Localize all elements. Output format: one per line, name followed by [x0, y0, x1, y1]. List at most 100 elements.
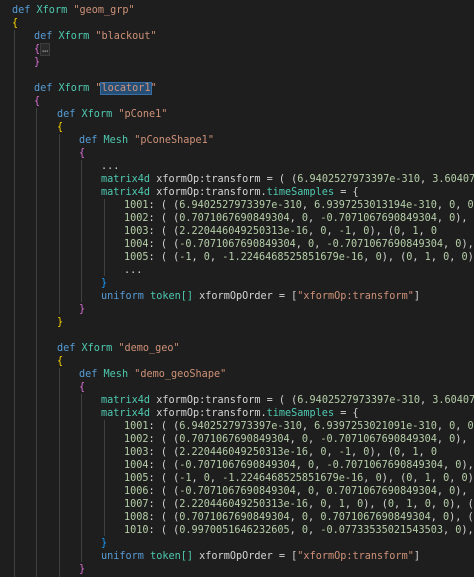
code-token: ), ( — [455, 213, 474, 224]
code-line[interactable]: } — [57, 316, 63, 329]
code-line[interactable]: def Xform "locator1" — [34, 82, 157, 95]
code-token: 6.9402527973397e-310 — [179, 200, 302, 211]
code-token: , — [301, 421, 315, 432]
code-token: 0.9970051646232605 — [179, 525, 290, 536]
code-token: Xform — [75, 109, 119, 120]
code-line[interactable]: matrix4d xformOp:transform = ( (6.940252… — [101, 394, 474, 407]
code-line[interactable]: { — [57, 355, 63, 368]
code-token: { — [57, 122, 64, 133]
code-token: def — [79, 369, 98, 380]
code-token: } — [57, 317, 64, 328]
code-token: ), ( — [455, 434, 474, 445]
code-token: , — [295, 486, 309, 497]
code-token: 2.220446049250313e-16 — [179, 447, 309, 458]
code-line[interactable]: 1003: ( (2.220446049250313e-16, 0, -1, 0… — [124, 225, 437, 238]
code-line[interactable]: } — [34, 56, 40, 69]
code-line[interactable]: def Mesh "demo_geoShape" — [79, 368, 226, 381]
code-token: , — [400, 226, 413, 237]
code-token: 1003 — [124, 226, 149, 237]
code-token: , — [289, 512, 302, 523]
code-token: 1010 — [124, 525, 149, 536]
code-line[interactable]: 1003: ( (2.220446049250313e-16, 0, -1, 0… — [124, 446, 437, 459]
code-line[interactable]: def Xform "blackout" — [34, 30, 157, 43]
code-line[interactable]: 1004: ( (-0.7071067690849304, 0, -0.7071… — [124, 238, 474, 251]
code-line[interactable]: } — [79, 303, 85, 316]
code-token: Xform — [52, 31, 96, 42]
code-token: = { — [334, 408, 359, 419]
code-token: : ( ( — [148, 213, 180, 224]
code-token: " — [150, 83, 157, 94]
folded-region-icon[interactable]: … — [40, 43, 51, 56]
code-token: 1005 — [124, 252, 149, 263]
code-token: 0.7071067690849304 — [179, 213, 290, 224]
code-line[interactable]: { — [12, 17, 18, 30]
code-line[interactable]: { — [34, 95, 40, 108]
code-token: , — [430, 473, 444, 484]
code-line[interactable]: 1001: ( (6.9402527973397e-310, 6.9397253… — [124, 420, 474, 433]
code-token: matrix4d — [101, 187, 157, 198]
code-line[interactable]: } — [79, 563, 85, 576]
code-token: , — [308, 447, 321, 458]
code-line[interactable]: 1010: ( (0.9970051646232605, 0, -0.07733… — [124, 524, 474, 537]
code-token: 1007 — [124, 499, 149, 510]
code-line[interactable]: 1002: ( (0.7071067690849304, 0, -0.70710… — [124, 433, 474, 446]
code-token: 1003 — [124, 447, 149, 458]
indent-guide — [81, 394, 82, 562]
code-token: uniform — [101, 291, 151, 302]
code-line[interactable]: def Mesh "pConeShape1" — [79, 134, 214, 147]
code-token: : ( ( — [148, 473, 180, 484]
code-line[interactable]: matrix4d xformOp:transform.timeSamples =… — [101, 407, 359, 420]
code-line[interactable]: 1001: ( (6.9402527973397e-310, 6.9397253… — [124, 199, 474, 212]
code-line[interactable]: matrix4d xformOp:transform = ( (6.940252… — [101, 173, 474, 186]
code-token: , — [295, 239, 309, 250]
code-line[interactable]: ... — [124, 264, 142, 277]
code-line[interactable]: def Xform "pCone1" — [57, 108, 167, 121]
code-token: 1002 — [124, 213, 149, 224]
code-line[interactable]: {… — [34, 43, 51, 56]
code-line[interactable]: { — [57, 121, 63, 134]
code-token: ), ( — [363, 499, 388, 510]
code-editor[interactable]: def Xform "geom_grp"{def Xform "blackout… — [0, 0, 474, 577]
code-token: { — [79, 382, 86, 393]
code-line[interactable]: 1006: ( (-0.7071067690849304, 0, 0.70710… — [124, 485, 474, 498]
code-token: , — [308, 213, 321, 224]
code-token: -0.7071067690849304 — [179, 239, 296, 250]
code-token: , — [412, 252, 425, 263]
code-token: ] — [413, 291, 420, 302]
code-token: } — [79, 304, 86, 315]
code-line[interactable]: def Xform "demo_geo" — [57, 342, 180, 355]
code-line[interactable]: uniform token[] xformOpOrder = ["xformOp… — [101, 550, 420, 563]
code-token: , — [436, 486, 450, 497]
code-token: , — [419, 395, 433, 406]
code-line[interactable]: 1004: ( (-0.7071067690849304, 0, -0.7071… — [124, 459, 474, 472]
code-line[interactable]: 1002: ( (0.7071067690849304, 0, -0.70710… — [124, 212, 474, 225]
code-line[interactable]: ... — [101, 160, 119, 173]
code-token: = { — [334, 187, 359, 198]
code-token: -1 — [179, 473, 192, 484]
code-line[interactable]: { — [79, 147, 85, 160]
code-line[interactable]: uniform token[] xformOpOrder = ["xformOp… — [101, 290, 420, 303]
code-line[interactable]: matrix4d xformOp:transform.timeSamples =… — [101, 186, 359, 199]
code-token: 1002 — [124, 434, 149, 445]
code-line[interactable]: 1007: ( (2.220446049250313e-16, 0, 1, 0)… — [124, 498, 474, 511]
code-token: 6.9397253021091e-310 — [314, 421, 437, 432]
code-token: 3.604074026e- — [432, 395, 474, 406]
code-token: ), ( — [467, 473, 474, 484]
code-token: ), ( — [369, 226, 394, 237]
code-line[interactable]: def Xform "geom_grp" — [12, 4, 135, 17]
code-line[interactable]: } — [101, 277, 107, 290]
code-token: Xform — [52, 83, 96, 94]
code-line[interactable]: 1005: ( (-1, 0, -1.2246468525851679e-16,… — [124, 251, 474, 264]
code-token: token[] — [150, 551, 200, 562]
code-token: , — [363, 473, 376, 484]
code-token: , — [209, 473, 223, 484]
code-token: 1001 — [124, 200, 149, 211]
indent-guide — [59, 134, 60, 314]
code-line[interactable]: 1005: ( (-1, 0, -1.2246468525851679e-16,… — [124, 472, 474, 485]
code-token: , — [436, 421, 450, 432]
code-token: : ( ( — [148, 447, 180, 458]
code-token: def — [79, 135, 98, 146]
code-line[interactable]: { — [79, 381, 85, 394]
code-line[interactable]: 1008: ( (0.7071067690849304, 0, 0.707106… — [124, 511, 474, 524]
code-line[interactable]: } — [101, 537, 107, 550]
